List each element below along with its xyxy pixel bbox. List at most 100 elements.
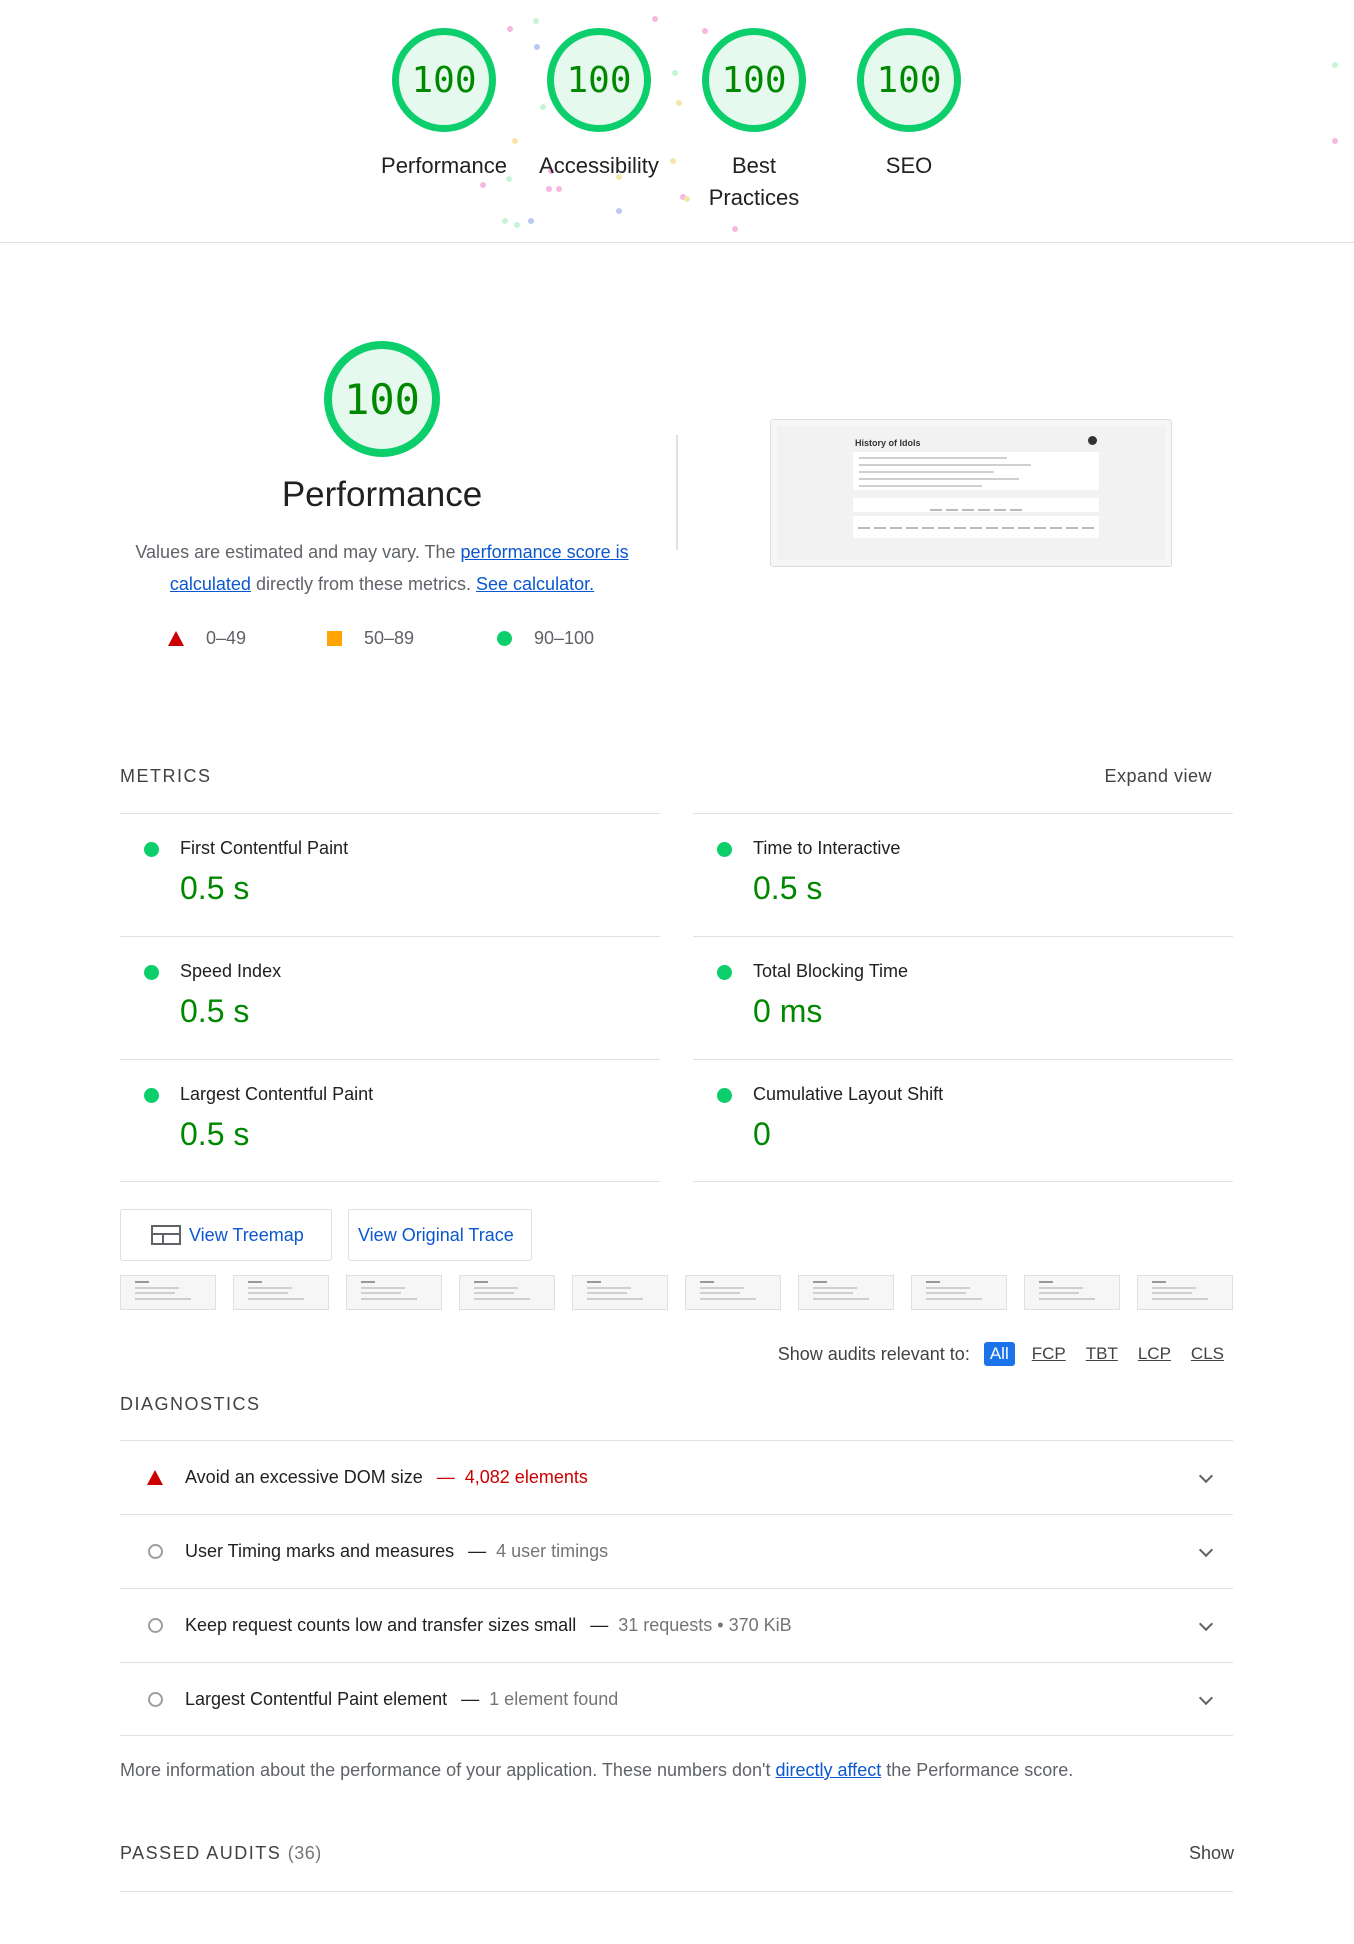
metric-value: 0: [753, 1116, 771, 1152]
screenshot-preview: History of Idols: [777, 426, 1165, 560]
audit-user-timings[interactable]: User Timing marks and measures — 4 user …: [120, 1514, 1233, 1588]
directly-affect-link[interactable]: directly affect: [775, 1760, 881, 1780]
audit-dash: —: [461, 1689, 480, 1709]
audit-title: Keep request counts low and transfer siz…: [185, 1615, 577, 1635]
passed-audits-title: PASSED AUDITS: [120, 1843, 282, 1863]
pass-circle-icon: [717, 1088, 732, 1103]
gauge-label: SEO: [885, 153, 933, 178]
metric-cls: Cumulative Layout Shift 0: [693, 1059, 1233, 1182]
metric-tbt: Total Blocking Time 0 ms: [693, 936, 1233, 1059]
gauge-score: 100: [411, 59, 477, 101]
category-header: 100 Performance 100 Accessibility 100 Be…: [0, 0, 1354, 243]
filter-chip-lcp[interactable]: LCP: [1135, 1342, 1174, 1366]
audit-dom-size[interactable]: Avoid an excessive DOM size — 4,082 elem…: [120, 1440, 1233, 1514]
filter-label: Show audits relevant to:: [777, 1343, 970, 1364]
audit-display-value: 4 user timings: [496, 1541, 609, 1561]
show-passed-audits-toggle[interactable]: Show: [1189, 1843, 1234, 1864]
filter-chip-fcp[interactable]: FCP: [1029, 1342, 1069, 1366]
metric-name: Cumulative Layout Shift: [753, 1084, 944, 1104]
view-original-trace-button[interactable]: View Original Trace: [348, 1209, 532, 1261]
screenshot-text-block: [853, 452, 1099, 490]
legend-label: 90–100: [534, 628, 595, 648]
github-icon: [1088, 436, 1097, 445]
gauge-label: Performance: [381, 153, 507, 178]
info-circle-icon: [147, 1692, 163, 1707]
metrics-heading: METRICS: [120, 766, 212, 786]
chevron-down-icon: [1198, 1690, 1214, 1706]
legend-average: 50–89: [327, 628, 414, 649]
expand-view-toggle[interactable]: Expand view: [1104, 766, 1212, 787]
audit-title: Largest Contentful Paint element: [185, 1689, 448, 1709]
filter-chip-all[interactable]: All: [983, 1342, 1015, 1366]
filmstrip-frame: [911, 1275, 1007, 1310]
audit-status: [120, 1470, 180, 1485]
filmstrip-frame: [1024, 1275, 1120, 1310]
audit-display-value: 31 requests • 370 KiB: [618, 1615, 792, 1635]
metric-name: First Contentful Paint: [180, 838, 349, 858]
filter-chip-tbt[interactable]: TBT: [1083, 1342, 1121, 1366]
audit-filter: Show audits relevant to: All FCP TBT LCP…: [778, 1342, 1227, 1366]
passed-audits-count: (36): [287, 1843, 322, 1863]
metric-value: 0.5 s: [180, 993, 250, 1029]
metric-fcp: First Contentful Paint 0.5 s: [120, 813, 660, 936]
performance-gauge: 100: [324, 341, 440, 457]
screenshot-year-row: [853, 516, 1099, 538]
metric-value: 0.5 s: [180, 870, 250, 906]
legend-label: 50–89: [364, 628, 415, 648]
legend-pass: 90–100: [497, 628, 594, 649]
diagnostics-description: More information about the performance o…: [120, 1760, 1073, 1781]
diagnostics-divider: [120, 1735, 1233, 1736]
calculator-link[interactable]: See calculator.: [476, 574, 594, 594]
final-screenshot[interactable]: History of Idols: [770, 419, 1172, 567]
audit-lcp-element[interactable]: Largest Contentful Paint element — 1 ele…: [120, 1662, 1233, 1736]
metric-name: Time to Interactive: [753, 838, 901, 858]
metrics-divider: [693, 1181, 1233, 1182]
pass-circle-icon: [144, 1088, 159, 1103]
performance-score: 100: [344, 374, 420, 424]
filmstrip-frame: [346, 1275, 442, 1310]
gauge-performance[interactable]: 100 Performance: [364, 28, 524, 182]
gauge-score: 100: [566, 59, 632, 101]
gauge-ring: 100: [702, 28, 806, 132]
filmstrip-frame: [459, 1275, 555, 1310]
pass-circle-icon: [717, 965, 732, 980]
audit-dash: —: [436, 1467, 455, 1487]
note-text: the Performance score.: [881, 1760, 1074, 1780]
filter-chip-cls[interactable]: CLS: [1188, 1342, 1227, 1366]
pass-circle-icon: [717, 842, 732, 857]
gauge-seo[interactable]: 100 SEO: [829, 28, 989, 182]
chevron-down-icon: [1198, 1616, 1214, 1632]
filmstrip-frame: [685, 1275, 781, 1310]
diagnostics-heading: DIAGNOSTICS: [120, 1394, 261, 1414]
metric-name: Largest Contentful Paint: [180, 1084, 374, 1104]
metric-tti: Time to Interactive 0.5 s: [693, 813, 1233, 936]
gauge-score: 100: [721, 59, 787, 101]
gauge-best-practices[interactable]: 100 Best Practices: [674, 28, 834, 214]
audit-title: User Timing marks and measures: [185, 1541, 455, 1561]
gauge-ring: 100: [857, 28, 961, 132]
vertical-divider: [676, 435, 678, 550]
gauge-score: 100: [876, 59, 942, 101]
metrics-divider: [120, 1181, 660, 1182]
audit-dash: —: [468, 1541, 487, 1561]
description-text: directly from these metrics.: [250, 574, 477, 594]
info-circle-icon: [147, 1544, 163, 1559]
audit-display-value: 4,082 elements: [464, 1467, 588, 1487]
legend-label: 0–49: [206, 628, 247, 648]
gauge-accessibility[interactable]: 100 Accessibility: [519, 28, 679, 182]
metric-name: Total Blocking Time: [753, 961, 909, 981]
filmstrip-frame: [798, 1275, 894, 1310]
view-treemap-button[interactable]: View Treemap: [120, 1209, 332, 1261]
audit-title: Avoid an excessive DOM size: [185, 1467, 423, 1487]
fail-triangle-icon: [168, 631, 184, 646]
chevron-down-icon: [1198, 1468, 1214, 1484]
audit-resource-summary[interactable]: Keep request counts low and transfer siz…: [120, 1588, 1233, 1662]
average-square-icon: [327, 631, 342, 646]
note-text: More information about the performance o…: [120, 1760, 776, 1780]
passed-audits-heading[interactable]: PASSED AUDITS (36): [120, 1843, 322, 1864]
metric-value: 0.5 s: [753, 870, 823, 906]
filmstrip-frame: [120, 1275, 216, 1310]
gauge-label: Best Practices: [708, 153, 800, 210]
button-label: View Treemap: [189, 1224, 304, 1245]
metric-name: Speed Index: [180, 961, 282, 981]
